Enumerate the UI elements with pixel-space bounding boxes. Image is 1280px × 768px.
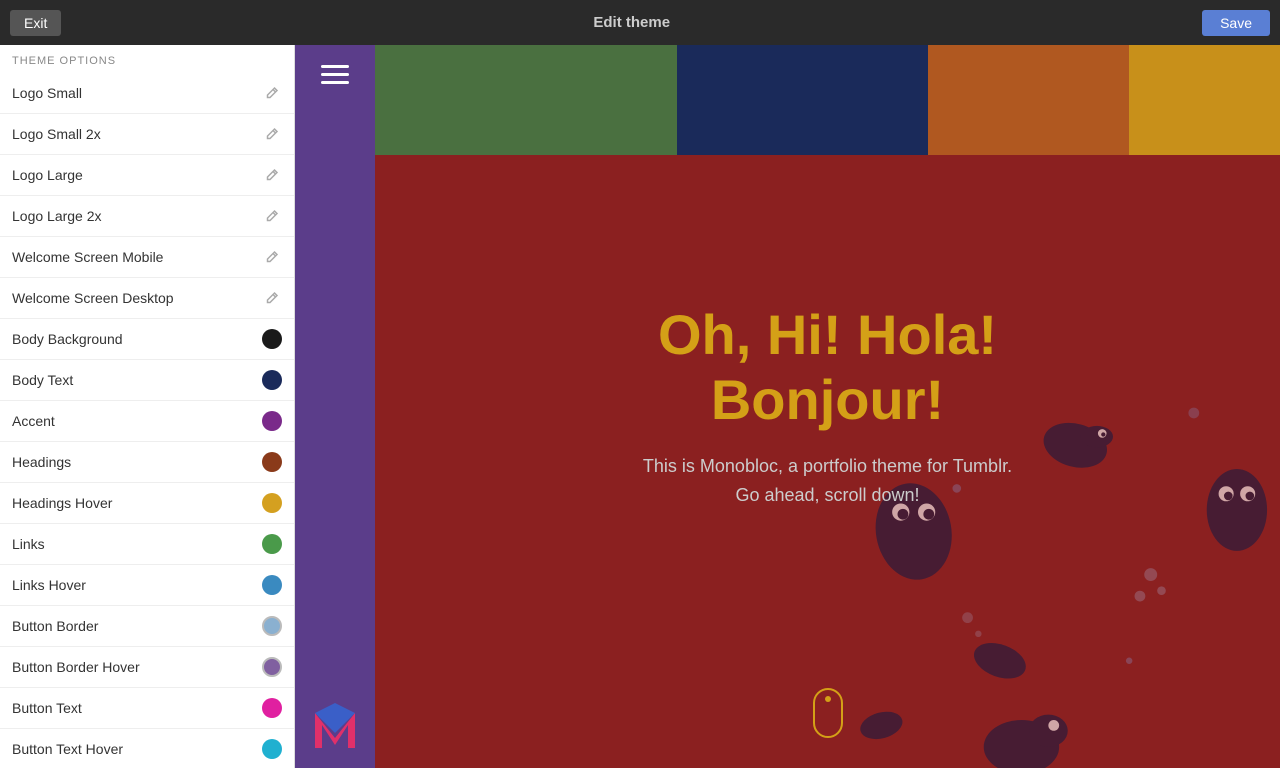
edit-icon-logo-large bbox=[262, 165, 282, 185]
sidebar-item-label-links: Links bbox=[12, 536, 262, 552]
heading-line2: Bonjour! bbox=[658, 368, 997, 432]
color-dot-headings-hover[interactable] bbox=[262, 493, 282, 513]
sidebar-item-headings-hover[interactable]: Headings Hover bbox=[0, 483, 294, 524]
color-dot-button-text-hover[interactable] bbox=[262, 739, 282, 759]
sidebar-item-welcome-screen-mobile[interactable]: Welcome Screen Mobile bbox=[0, 237, 294, 278]
color-dot-button-text[interactable] bbox=[262, 698, 282, 718]
sidebar-item-button-text[interactable]: Button Text bbox=[0, 688, 294, 729]
sidebar-item-label-headings: Headings bbox=[12, 454, 262, 470]
sidebar-item-body-background[interactable]: Body Background bbox=[0, 319, 294, 360]
sidebar-item-body-text[interactable]: Body Text bbox=[0, 360, 294, 401]
subtext-line2: Go ahead, scroll down! bbox=[643, 481, 1012, 510]
exit-button[interactable]: Exit bbox=[10, 10, 61, 36]
sidebar-items-container: Logo Small Logo Small 2x Logo Large Logo La… bbox=[0, 73, 294, 768]
sidebar-item-label-links-hover: Links Hover bbox=[12, 577, 262, 593]
sidebar-item-logo-large-2x[interactable]: Logo Large 2x bbox=[0, 196, 294, 237]
nav-sidebar bbox=[295, 45, 375, 768]
subtext-line1: This is Monobloc, a portfolio theme for … bbox=[643, 452, 1012, 481]
sidebar-item-label-button-text-hover: Button Text Hover bbox=[12, 741, 262, 757]
sidebar-item-label-welcome-screen-desktop: Welcome Screen Desktop bbox=[12, 290, 262, 306]
edit-icon-welcome-screen-mobile bbox=[262, 247, 282, 267]
heading-line1: Oh, Hi! Hola! bbox=[658, 303, 997, 367]
theme-options-label: THEME OPTIONS bbox=[0, 45, 294, 73]
logo-m-svg bbox=[310, 703, 360, 753]
edit-icon-logo-small bbox=[262, 83, 282, 103]
edit-icon-logo-small-2x bbox=[262, 124, 282, 144]
color-dot-accent[interactable] bbox=[262, 411, 282, 431]
color-dot-headings[interactable] bbox=[262, 452, 282, 472]
topbar: Exit Edit theme Save bbox=[0, 0, 1280, 45]
sidebar-item-label-body-text: Body Text bbox=[12, 372, 262, 388]
hamburger-line-3 bbox=[321, 81, 349, 84]
sidebar-item-label-logo-large: Logo Large bbox=[12, 167, 262, 183]
sidebar: THEME OPTIONS Logo SmallLogo Small 2xLog… bbox=[0, 45, 295, 768]
preview-area: Oh, Hi! Hola! Bonjour! This is Monobloc,… bbox=[375, 45, 1280, 768]
save-button[interactable]: Save bbox=[1202, 10, 1270, 36]
hamburger-menu[interactable] bbox=[311, 55, 359, 94]
color-dot-body-background[interactable] bbox=[262, 329, 282, 349]
main-layout: THEME OPTIONS Logo SmallLogo Small 2xLog… bbox=[0, 45, 1280, 768]
preview-subtext: This is Monobloc, a portfolio theme for … bbox=[643, 452, 1012, 510]
sidebar-item-links-hover[interactable]: Links Hover bbox=[0, 565, 294, 606]
edit-icon-logo-large-2x bbox=[262, 206, 282, 226]
preview-content: Oh, Hi! Hola! Bonjour! This is Monobloc,… bbox=[375, 45, 1280, 768]
sidebar-item-headings[interactable]: Headings bbox=[0, 442, 294, 483]
edit-icon-welcome-screen-desktop bbox=[262, 288, 282, 308]
hamburger-line-2 bbox=[321, 73, 349, 76]
sidebar-item-button-border[interactable]: Button Border bbox=[0, 606, 294, 647]
color-dot-body-text[interactable] bbox=[262, 370, 282, 390]
sidebar-item-label-accent: Accent bbox=[12, 413, 262, 429]
preview-heading: Oh, Hi! Hola! Bonjour! bbox=[658, 303, 997, 432]
scroll-indicator bbox=[813, 688, 843, 738]
sidebar-item-logo-small[interactable]: Logo Small bbox=[0, 73, 294, 114]
color-dot-button-border-hover[interactable] bbox=[262, 657, 282, 677]
sidebar-item-accent[interactable]: Accent bbox=[0, 401, 294, 442]
sidebar-item-label-logo-small: Logo Small bbox=[12, 85, 262, 101]
logo-m bbox=[310, 703, 360, 753]
sidebar-item-links[interactable]: Links bbox=[0, 524, 294, 565]
sidebar-item-label-button-border-hover: Button Border Hover bbox=[12, 659, 262, 675]
sidebar-item-logo-large[interactable]: Logo Large bbox=[0, 155, 294, 196]
sidebar-item-welcome-screen-desktop[interactable]: Welcome Screen Desktop bbox=[0, 278, 294, 319]
sidebar-item-logo-small-2x[interactable]: Logo Small 2x bbox=[0, 114, 294, 155]
sidebar-item-label-body-background: Body Background bbox=[12, 331, 262, 347]
sidebar-item-button-text-hover[interactable]: Button Text Hover bbox=[0, 729, 294, 768]
sidebar-item-button-border-hover[interactable]: Button Border Hover bbox=[0, 647, 294, 688]
color-dot-links-hover[interactable] bbox=[262, 575, 282, 595]
sidebar-item-label-logo-large-2x: Logo Large 2x bbox=[12, 208, 262, 224]
sidebar-item-label-headings-hover: Headings Hover bbox=[12, 495, 262, 511]
scroll-dot bbox=[825, 696, 831, 702]
sidebar-item-label-button-border: Button Border bbox=[12, 618, 262, 634]
hamburger-line-1 bbox=[321, 65, 349, 68]
color-dot-links[interactable] bbox=[262, 534, 282, 554]
sidebar-item-label-logo-small-2x: Logo Small 2x bbox=[12, 126, 262, 142]
sidebar-item-label-button-text: Button Text bbox=[12, 700, 262, 716]
sidebar-item-label-welcome-screen-mobile: Welcome Screen Mobile bbox=[12, 249, 262, 265]
topbar-title: Edit theme bbox=[71, 14, 1192, 31]
color-dot-button-border[interactable] bbox=[262, 616, 282, 636]
